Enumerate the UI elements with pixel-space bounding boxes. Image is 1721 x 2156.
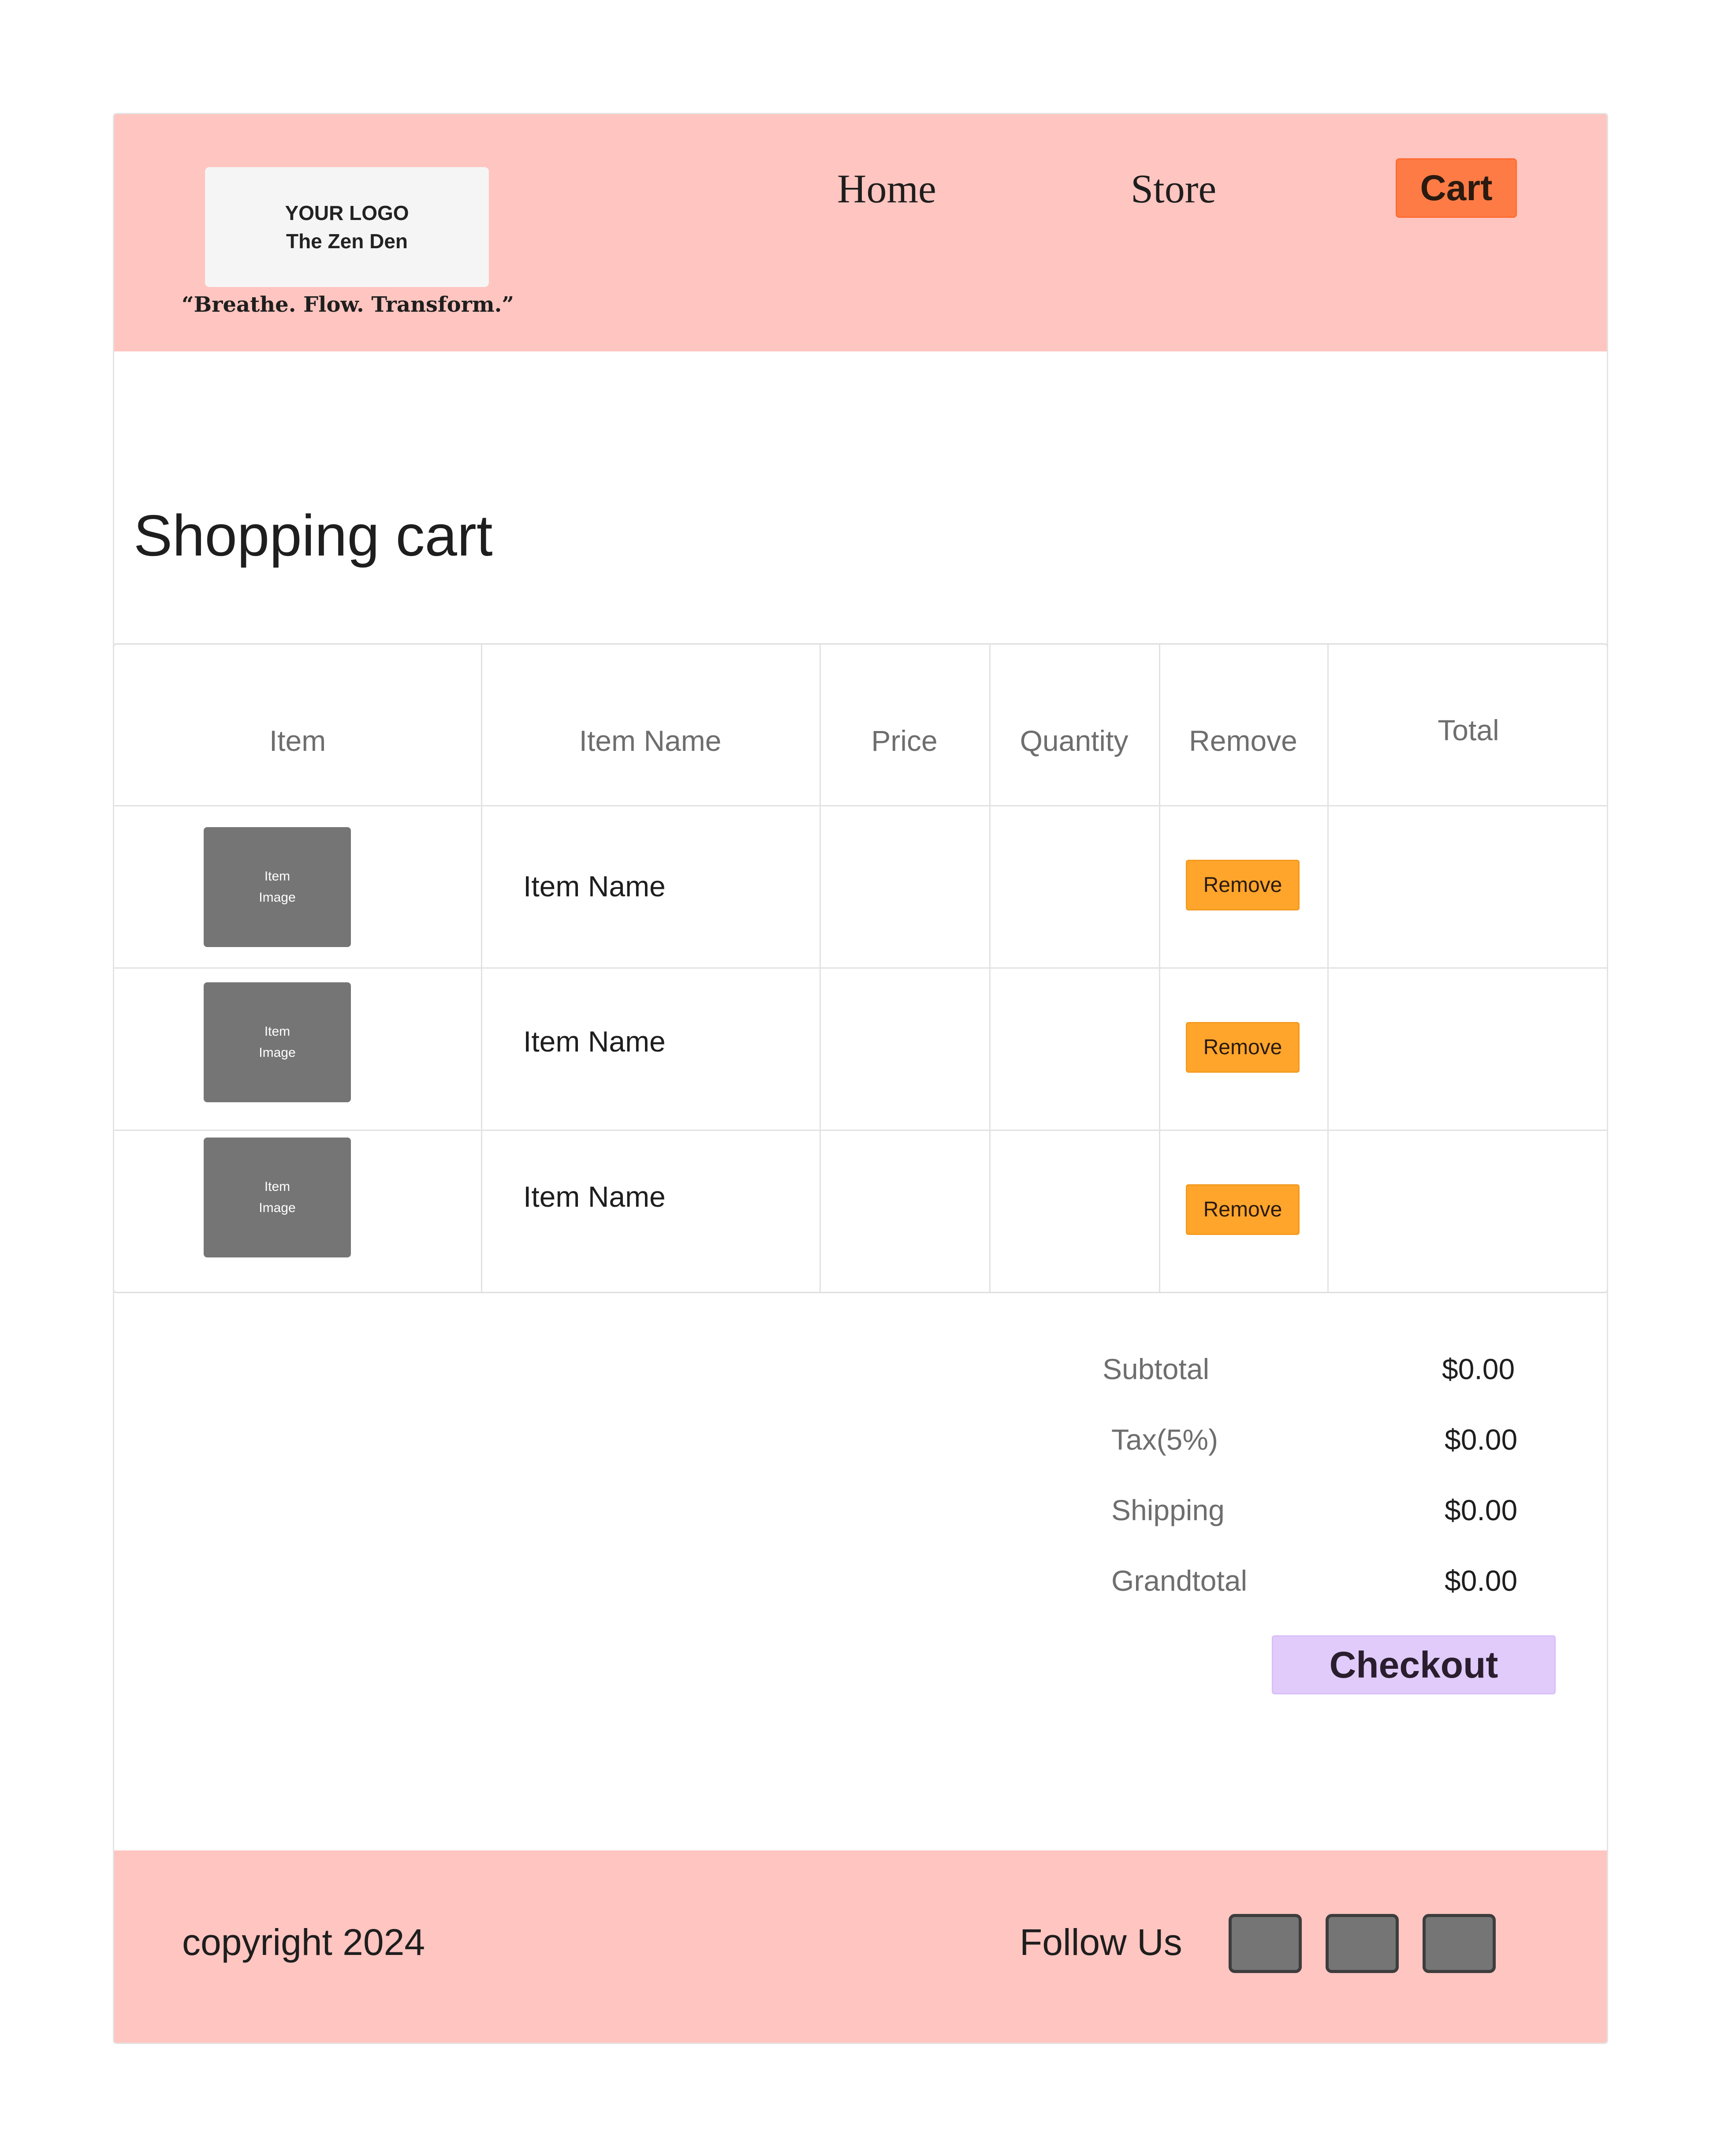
header-remove: Remove [1189,724,1297,757]
remove-button[interactable]: Remove [1186,860,1300,910]
social-icon-1[interactable] [1229,1914,1302,1973]
nav-cart-button[interactable]: Cart [1396,158,1517,218]
follow-us-label: Follow Us [1020,1921,1182,1963]
site-footer: copyright 2024 Follow Us [114,1850,1607,2043]
item-name: Item Name [523,870,666,903]
item-name: Item Name [523,1025,666,1058]
remove-button[interactable]: Remove [1186,1184,1300,1235]
remove-button[interactable]: Remove [1186,1022,1300,1073]
page-title: Shopping cart [134,503,493,568]
checkout-button[interactable]: Checkout [1272,1635,1556,1694]
image-placeholder-text: Image [259,1201,296,1215]
row-divider [114,967,1607,969]
tax-label: Tax(5%) [1111,1423,1218,1456]
item-image: Item Image [204,982,351,1102]
header-item-name: Item Name [579,724,722,757]
site-header: YOUR LOGO The Zen Den “Breathe. Flow. Tr… [114,114,1607,351]
social-icon-2[interactable] [1326,1914,1399,1973]
header-total: Total [1438,714,1499,746]
tagline: “Breathe. Flow. Transform.” [182,292,514,317]
social-icon-3[interactable] [1423,1914,1496,1973]
row-divider [114,805,1607,806]
image-placeholder-text: Image [259,1045,296,1060]
header-price: Price [871,724,938,757]
subtotal-value: $0.00 [1442,1353,1515,1385]
image-placeholder-text: Item [264,869,291,884]
copyright-text: copyright 2024 [182,1921,425,1963]
logo[interactable]: YOUR LOGO The Zen Den [205,167,489,287]
grandtotal-label: Grandtotal [1111,1564,1248,1597]
header-item: Item [269,724,326,757]
image-placeholder-text: Image [259,890,296,905]
item-image: Item Image [204,827,351,947]
cart-table: Item Item Name Price Quantity Remove Tot… [114,643,1607,1293]
item-name: Item Name [523,1180,666,1213]
grandtotal-value: $0.00 [1445,1564,1518,1597]
tax-value: $0.00 [1445,1423,1518,1456]
nav-store-link[interactable]: Store [1131,165,1216,212]
logo-text: YOUR LOGO [285,201,409,224]
image-placeholder-text: Item [264,1024,291,1039]
image-placeholder-text: Item [264,1179,291,1194]
shipping-value: $0.00 [1445,1494,1518,1526]
brand-name: The Zen Den [286,230,408,253]
item-image: Item Image [204,1138,351,1257]
shipping-label: Shipping [1111,1494,1225,1526]
header-quantity: Quantity [1020,724,1129,757]
page-frame: YOUR LOGO The Zen Den “Breathe. Flow. Tr… [113,113,1608,2044]
row-divider [114,1130,1607,1131]
subtotal-label: Subtotal [1103,1353,1210,1385]
nav-home-link[interactable]: Home [837,165,936,212]
